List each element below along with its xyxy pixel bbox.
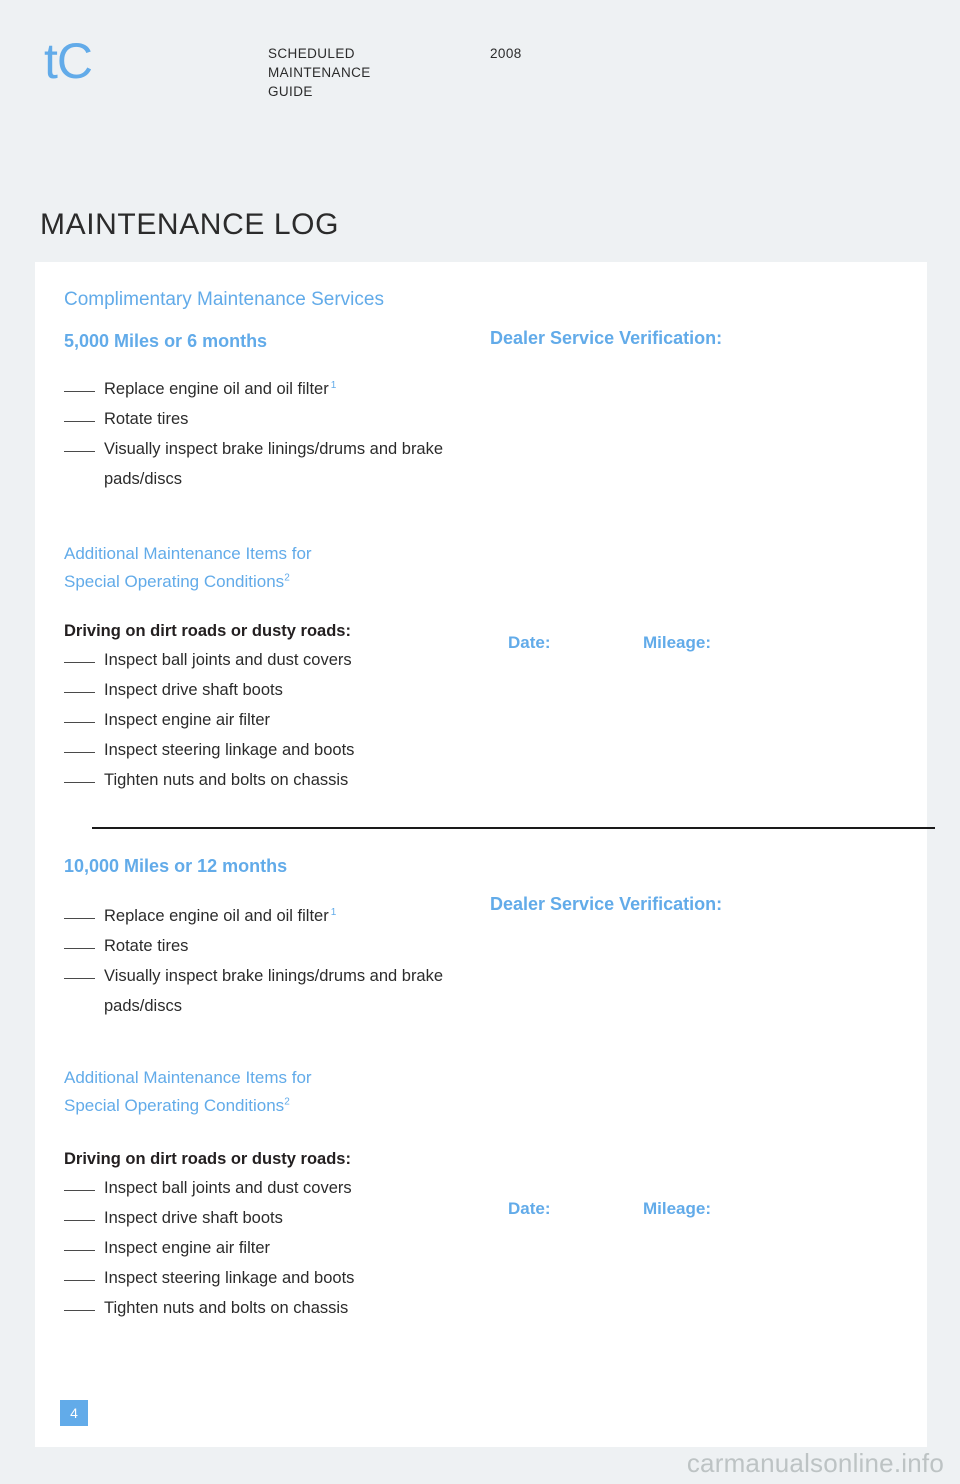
- interval-title-5000: 5,000 Miles or 6 months: [64, 331, 268, 351]
- interval-title-10000: 10,000 Miles or 12 months: [64, 856, 288, 876]
- guide-title: SCHEDULED MAINTENANCE GUIDE: [268, 46, 371, 99]
- checklist-item[interactable]: Inspect engine air filter: [64, 705, 354, 735]
- mileage-label-5000: Mileage:: [643, 633, 712, 652]
- checklist-item-label: Inspect steering linkage and boots: [104, 1269, 355, 1287]
- checklist-item[interactable]: Inspect drive shaft boots: [64, 1203, 354, 1233]
- checklist-item-label: Inspect drive shaft boots: [104, 681, 283, 699]
- checkbox-blank-line[interactable]: [64, 1190, 95, 1191]
- mileage-label-10000: Mileage:: [643, 1199, 712, 1218]
- checklist-item-label: Rotate tires: [104, 937, 189, 955]
- checkbox-blank-line[interactable]: [64, 662, 95, 663]
- checklist-item-label: Inspect engine air filter: [104, 711, 271, 729]
- checkbox-blank-line[interactable]: [64, 692, 95, 693]
- checklist-item[interactable]: Inspect engine air filter: [64, 1233, 354, 1263]
- checklist-item[interactable]: Rotate tires: [64, 931, 464, 961]
- checklist-item-label: Inspect engine air filter: [104, 1239, 271, 1257]
- special-conditions-line1: Additional Maintenance Items for: [64, 1068, 312, 1087]
- maintenance-log-sheet: Complimentary Maintenance Services 5,000…: [35, 262, 935, 1447]
- footnote-marker: 1: [330, 906, 337, 918]
- dirt-roads-heading-5000: Driving on dirt roads or dusty roads:: [64, 622, 351, 640]
- model-logo: tC: [44, 33, 93, 89]
- checkbox-blank-line[interactable]: [64, 918, 95, 919]
- footnote-marker: 2: [284, 572, 290, 584]
- checklist-item[interactable]: Replace engine oil and oil filter 1: [64, 901, 464, 931]
- checklist-item[interactable]: Tighten nuts and bolts on chassis: [64, 1293, 354, 1323]
- checklist-item-label: Inspect ball joints and dust covers: [104, 651, 352, 669]
- checkbox-blank-line[interactable]: [64, 722, 95, 723]
- checklist-item[interactable]: Inspect drive shaft boots: [64, 675, 354, 705]
- checklist-10000: Replace engine oil and oil filter 1 Rotat…: [64, 901, 464, 1021]
- checkbox-blank-line[interactable]: [64, 1310, 95, 1311]
- footnote-marker: 1: [330, 379, 337, 391]
- checklist-item-label: Replace engine oil and oil filter: [104, 907, 329, 925]
- dealer-service-verification-label-10000: Dealer Service Verification:: [490, 894, 723, 914]
- checklist-item-label: Replace engine oil and oil filter: [104, 380, 329, 398]
- checkbox-blank-line[interactable]: [64, 421, 95, 422]
- special-conditions-line2: Special Operating Conditions: [64, 1096, 285, 1115]
- dirt-roads-heading-10000: Driving on dirt roads or dusty roads:: [64, 1150, 351, 1168]
- checklist-item-label: Tighten nuts and bolts on chassis: [104, 771, 349, 789]
- checkbox-blank-line[interactable]: [64, 752, 95, 753]
- checklist-5000: Replace engine oil and oil filter 1 Rotat…: [64, 374, 464, 494]
- complimentary-services-title: Complimentary Maintenance Services: [64, 289, 384, 310]
- checklist-item[interactable]: Rotate tires: [64, 404, 464, 434]
- checklist-item-label: Rotate tires: [104, 410, 189, 428]
- special-conditions-line1: Additional Maintenance Items for: [64, 544, 312, 563]
- checkbox-blank-line[interactable]: [64, 451, 95, 452]
- checklist-item[interactable]: Inspect ball joints and dust covers: [64, 645, 354, 675]
- special-conditions-heading-10000: Additional Maintenance Items for Special…: [64, 1064, 464, 1120]
- page-number-badge: 4: [60, 1400, 88, 1426]
- checkbox-blank-line[interactable]: [64, 948, 95, 949]
- checkbox-blank-line[interactable]: [64, 1220, 95, 1221]
- checklist-item[interactable]: Tighten nuts and bolts on chassis: [64, 765, 354, 795]
- checklist-item[interactable]: Inspect steering linkage and boots: [64, 1263, 354, 1293]
- checkbox-blank-line[interactable]: [64, 391, 95, 392]
- checkbox-blank-line[interactable]: [64, 782, 95, 783]
- date-label-10000: Date:: [508, 1199, 551, 1218]
- checklist-item-label: Visually inspect brake linings/drums and…: [104, 440, 444, 488]
- checklist-item-label: Visually inspect brake linings/drums and…: [104, 967, 444, 1015]
- checklist-item[interactable]: Visually inspect brake linings/drums and…: [64, 434, 464, 494]
- checklist-item[interactable]: Inspect ball joints and dust covers: [64, 1173, 354, 1203]
- checkbox-blank-line[interactable]: [64, 978, 95, 979]
- checklist-item-label: Inspect steering linkage and boots: [104, 741, 355, 759]
- section-divider: [92, 827, 935, 829]
- page-title: MAINTENANCE LOG: [40, 208, 340, 241]
- date-label-5000: Date:: [508, 633, 551, 652]
- footnote-marker: 2: [284, 1096, 290, 1108]
- checklist-item[interactable]: Replace engine oil and oil filter 1: [64, 374, 464, 404]
- checklist-item[interactable]: Inspect steering linkage and boots: [64, 735, 354, 765]
- page-header: tC SCHEDULED MAINTENANCE GUIDE 2008 MAIN…: [0, 0, 960, 262]
- checkbox-blank-line[interactable]: [64, 1280, 95, 1281]
- dealer-service-verification-label-5000: Dealer Service Verification:: [490, 328, 723, 348]
- checkbox-blank-line[interactable]: [64, 1250, 95, 1251]
- special-checklist-10000: Inspect ball joints and dust covers Insp…: [64, 1173, 354, 1323]
- checklist-item[interactable]: Visually inspect brake linings/drums and…: [64, 961, 464, 1021]
- site-watermark: carmanualsonline.info: [686, 1448, 944, 1478]
- checklist-item-label: Tighten nuts and bolts on chassis: [104, 1299, 349, 1317]
- special-conditions-heading-5000: Additional Maintenance Items for Special…: [64, 540, 464, 596]
- special-conditions-line2: Special Operating Conditions: [64, 572, 285, 591]
- special-checklist-5000: Inspect ball joints and dust covers Insp…: [64, 645, 354, 795]
- guide-year: 2008: [490, 46, 522, 61]
- checklist-item-label: Inspect drive shaft boots: [104, 1209, 283, 1227]
- checklist-item-label: Inspect ball joints and dust covers: [104, 1179, 352, 1197]
